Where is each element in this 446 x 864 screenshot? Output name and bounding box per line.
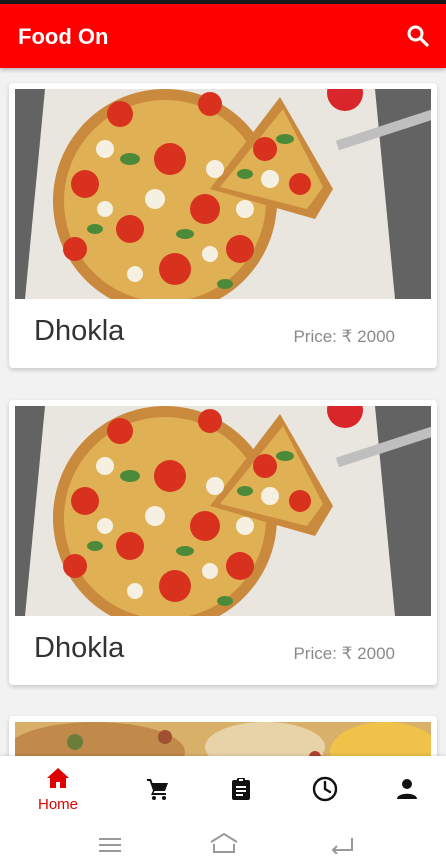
cart-icon [147, 779, 168, 800]
nav-cart[interactable] [123, 756, 193, 822]
nav-history[interactable] [289, 756, 359, 822]
app-title: Food On [18, 24, 109, 49]
home-icon [47, 768, 69, 788]
person-icon [397, 779, 417, 799]
home-system-icon[interactable] [209, 832, 239, 854]
bottom-navigation: Home [0, 756, 446, 822]
food-card[interactable]: Dhokla Price: ₹ 2000 [9, 83, 437, 368]
dish-name: Dhokla [34, 632, 125, 664]
pizza-image [15, 406, 431, 616]
clock-icon [312, 776, 338, 802]
dish-price: Price: ₹ 2000 [293, 644, 395, 663]
nav-profile[interactable] [372, 756, 442, 822]
food-card[interactable]: Dhokla Price: ₹ 2000 [9, 400, 437, 685]
system-navigation-bar [0, 822, 446, 864]
dish-price: Price: ₹ 2000 [293, 327, 395, 346]
nav-home[interactable]: Home [23, 756, 93, 822]
search-button[interactable] [404, 22, 432, 50]
food-card[interactable] [9, 716, 437, 756]
pizza-image [15, 89, 431, 299]
search-icon [407, 25, 429, 47]
nav-orders[interactable] [206, 756, 276, 822]
nav-home-label: Home [37, 796, 78, 813]
food-image [15, 722, 431, 756]
dish-name: Dhokla [34, 315, 125, 347]
food-list[interactable]: Dhokla Price: ₹ 2000 Dhokla Price: ₹ 200… [0, 68, 446, 756]
clipboard-icon [232, 778, 250, 800]
back-icon[interactable] [330, 834, 356, 854]
app-bar: Food On [0, 4, 446, 68]
menu-icon[interactable] [99, 836, 123, 854]
